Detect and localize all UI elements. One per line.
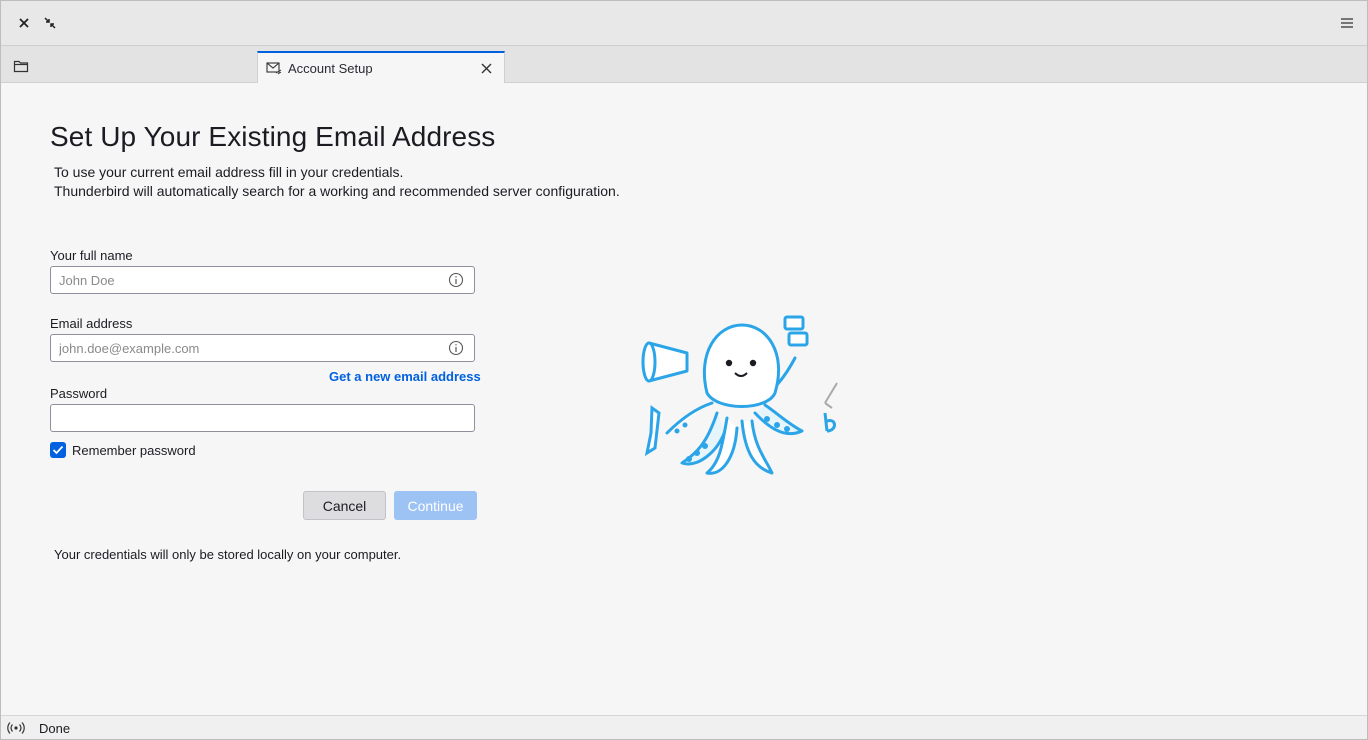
checkmark-icon <box>52 445 64 455</box>
email-label: Email address <box>50 316 133 331</box>
folder-icon[interactable] <box>13 59 29 73</box>
account-setup-panel: Set Up Your Existing Email Address To us… <box>1 83 1367 715</box>
continue-button[interactable]: Continue <box>394 491 477 520</box>
intro-line-1: To use your current email address fill i… <box>54 164 404 180</box>
cancel-button[interactable]: Cancel <box>303 491 386 520</box>
full-name-input[interactable] <box>51 267 448 293</box>
restore-icon[interactable] <box>40 13 60 33</box>
password-label: Password <box>50 386 108 401</box>
intro-line-2: Thunderbird will automatically search fo… <box>54 183 620 199</box>
get-new-email-link[interactable]: Get a new email address <box>329 369 481 384</box>
info-icon[interactable] <box>448 272 464 288</box>
tab-close-icon[interactable] <box>478 60 494 76</box>
remember-password-checkbox[interactable] <box>50 442 66 458</box>
info-icon[interactable] <box>448 340 464 356</box>
password-input[interactable] <box>51 405 474 431</box>
page-title: Set Up Your Existing Email Address <box>50 121 496 152</box>
full-name-field-container <box>50 266 475 294</box>
email-input[interactable] <box>51 335 448 361</box>
email-field-container <box>50 334 475 362</box>
envelope-icon <box>266 61 282 75</box>
tab-label: Account Setup <box>288 60 373 76</box>
octopus-mascot-illustration <box>641 315 838 475</box>
tab-account-setup[interactable]: Account Setup <box>257 51 505 83</box>
status-text: Done <box>39 721 71 736</box>
full-name-label: Your full name <box>50 248 133 263</box>
intro-text: To use your current email address fill i… <box>54 163 620 201</box>
status-bar: Done <box>1 715 1367 739</box>
hamburger-menu-icon[interactable] <box>1337 13 1357 33</box>
window-titlebar <box>1 1 1367 46</box>
online-status-icon[interactable] <box>7 721 25 735</box>
storage-note: Your credentials will only be stored loc… <box>54 547 402 562</box>
password-field-container <box>50 404 475 432</box>
tab-bar: Account Setup <box>1 46 1367 83</box>
close-icon[interactable] <box>14 13 34 33</box>
remember-password-label[interactable]: Remember password <box>72 443 196 458</box>
